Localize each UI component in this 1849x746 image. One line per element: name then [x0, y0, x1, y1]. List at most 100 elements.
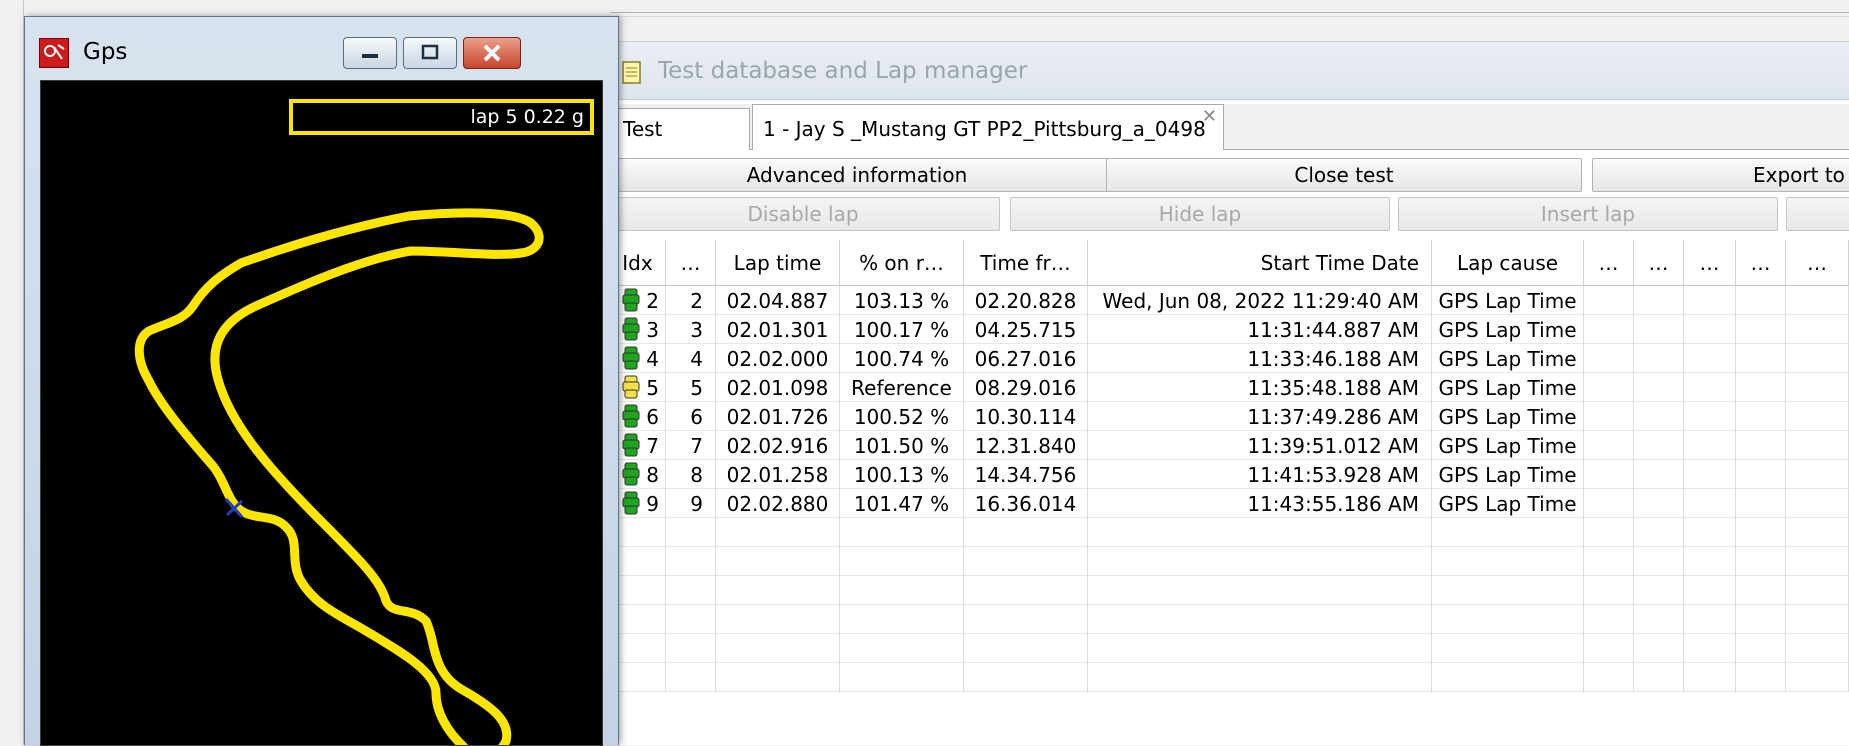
toolbar-row-1: Advanced information Close test Export t…: [606, 158, 1849, 194]
cell-extra-4: [1736, 431, 1786, 460]
parent-toolbar-strip: [610, 0, 1849, 42]
table-row[interactable]: 5 5 02.01.098 Reference 08.29.016 11:35:48.18…: [610, 373, 1849, 402]
cell-start: Wed, Jun 08, 2022 11:29:40 AM: [1088, 286, 1432, 315]
export-button[interactable]: Export to: [1592, 158, 1849, 192]
cell-cause: [1432, 605, 1584, 634]
cell-num: [666, 663, 716, 692]
column-header-time-from[interactable]: Time fr…: [964, 240, 1088, 286]
column-header-lap-time[interactable]: Lap time: [716, 240, 840, 286]
table-row[interactable]: 9 9 02.02.880 101.47 % 16.36.014 11:43:55.186…: [610, 489, 1849, 518]
lap-manager-titlebar[interactable]: Test database and Lap manager: [610, 42, 1849, 100]
table-row[interactable]: 3 3 02.01.301 100.17 % 04.25.715 11:31:44.887…: [610, 315, 1849, 344]
close-button[interactable]: [463, 37, 521, 69]
cell-time-from: [964, 576, 1088, 605]
cell-extra-1: [1584, 344, 1634, 373]
cell-lap-time: [716, 634, 840, 663]
gps-track-map[interactable]: lap 5 0.22 g: [40, 80, 603, 746]
close-tab-icon[interactable]: ✕: [1202, 107, 1217, 127]
maximize-icon: [421, 44, 439, 60]
table-header: Idx … Lap time % on r… Time fr… Start Ti…: [610, 240, 1849, 286]
cell-start: [1088, 634, 1432, 663]
table-row[interactable]: [610, 576, 1849, 605]
maximize-button[interactable]: [403, 37, 457, 69]
cell-extra-1: [1584, 431, 1634, 460]
cell-extra-5: [1786, 576, 1849, 605]
cell-start: [1088, 663, 1432, 692]
cell-lap-time: 02.01.726: [716, 402, 840, 431]
cell-extra-2: [1634, 605, 1684, 634]
cell-time-from: 14.34.756: [964, 460, 1088, 489]
cell-pct: 100.52 %: [840, 402, 964, 431]
cell-extra-1: [1584, 663, 1634, 692]
table-row[interactable]: [610, 605, 1849, 634]
cell-cause: GPS Lap Time: [1432, 315, 1584, 344]
cell-num: [666, 634, 716, 663]
app-logo-icon: [44, 44, 65, 60]
table-row[interactable]: 7 7 02.02.916 101.50 % 12.31.840 11:39:51.012…: [610, 431, 1849, 460]
table-row[interactable]: 4 4 02.02.000 100.74 % 06.27.016 11:33:46.188…: [610, 344, 1849, 373]
hide-lap-button[interactable]: Hide lap: [1010, 197, 1390, 231]
cell-extra-5: [1786, 518, 1849, 547]
column-header-extra-3[interactable]: …: [1684, 240, 1736, 286]
column-header-number[interactable]: …: [666, 240, 716, 286]
cell-time-from: [964, 663, 1088, 692]
cell-extra-5: [1786, 489, 1849, 518]
close-test-button[interactable]: Close test: [1106, 158, 1582, 192]
tab-test-session[interactable]: 1 - Jay S _Mustang GT PP2_Pittsburg_a_04…: [752, 104, 1224, 150]
advanced-information-button[interactable]: Advanced information: [606, 158, 1108, 192]
tab-bar: Test database 1 - Jay S _Mustang GT PP2_…: [610, 104, 1849, 181]
table-row[interactable]: [610, 518, 1849, 547]
lap-manager-window: Test database and Lap manager Test datab…: [606, 0, 1849, 745]
cell-lap-time: 02.02.916: [716, 431, 840, 460]
column-header-start-time[interactable]: Start Time Date: [1088, 240, 1432, 286]
cell-start: 11:39:51.012 AM: [1088, 431, 1432, 460]
table-row[interactable]: 2 2 02.04.887 103.13 % 02.20.828 Wed, Jun 08,…: [610, 286, 1849, 315]
table-row[interactable]: 6 6 02.01.726 100.52 % 10.30.114 11:37:49.286…: [610, 402, 1849, 431]
column-header-extra-2[interactable]: …: [1634, 240, 1684, 286]
cell-extra-4: [1736, 663, 1786, 692]
table-row[interactable]: [610, 547, 1849, 576]
toolbar-row-2: Disable lap Hide lap Insert lap: [606, 197, 1849, 233]
cell-lap-time: 02.01.098: [716, 373, 840, 402]
column-header-percent[interactable]: % on r…: [840, 240, 964, 286]
cell-lap-time: 02.02.000: [716, 344, 840, 373]
cell-extra-3: [1684, 605, 1736, 634]
column-header-extra-1[interactable]: …: [1584, 240, 1634, 286]
cell-lap-time: [716, 576, 840, 605]
cell-extra-4: [1736, 489, 1786, 518]
cell-cause: GPS Lap Time: [1432, 344, 1584, 373]
cell-num: 9: [666, 489, 716, 518]
disable-lap-button[interactable]: Disable lap: [606, 197, 1000, 231]
cell-time-from: 06.27.016: [964, 344, 1088, 373]
cell-extra-3: [1684, 634, 1736, 663]
cell-num: 6: [666, 402, 716, 431]
cell-extra-5: [1786, 547, 1849, 576]
cell-num: 7: [666, 431, 716, 460]
cell-num: [666, 547, 716, 576]
cell-pct: 100.74 %: [840, 344, 964, 373]
tab-test-database[interactable]: Test database: [612, 108, 750, 181]
cell-extra-2: [1634, 547, 1684, 576]
insert-lap-button[interactable]: Insert lap: [1398, 197, 1778, 231]
cell-cause: GPS Lap Time: [1432, 431, 1584, 460]
cell-extra-2: [1634, 663, 1684, 692]
more-button[interactable]: [1786, 197, 1849, 231]
column-header-lap-cause[interactable]: Lap cause: [1432, 240, 1584, 286]
cell-extra-4: [1736, 605, 1786, 634]
cell-extra-1: [1584, 315, 1634, 344]
cell-pct: 103.13 %: [840, 286, 964, 315]
column-header-extra-4[interactable]: …: [1736, 240, 1786, 286]
cell-cause: [1432, 663, 1584, 692]
cell-extra-2: [1634, 460, 1684, 489]
cell-pct: [840, 663, 964, 692]
cell-extra-3: [1684, 286, 1736, 315]
cell-extra-4: [1736, 634, 1786, 663]
desktop-edge: [0, 0, 24, 745]
cell-extra-2: [1634, 489, 1684, 518]
table-row[interactable]: [610, 634, 1849, 663]
minimize-button[interactable]: [343, 37, 397, 69]
cell-cause: GPS Lap Time: [1432, 373, 1584, 402]
column-header-extra-5[interactable]: …: [1786, 240, 1849, 286]
table-row[interactable]: [610, 663, 1849, 692]
table-row[interactable]: 8 8 02.01.258 100.13 % 14.34.756 11:41:53.928…: [610, 460, 1849, 489]
